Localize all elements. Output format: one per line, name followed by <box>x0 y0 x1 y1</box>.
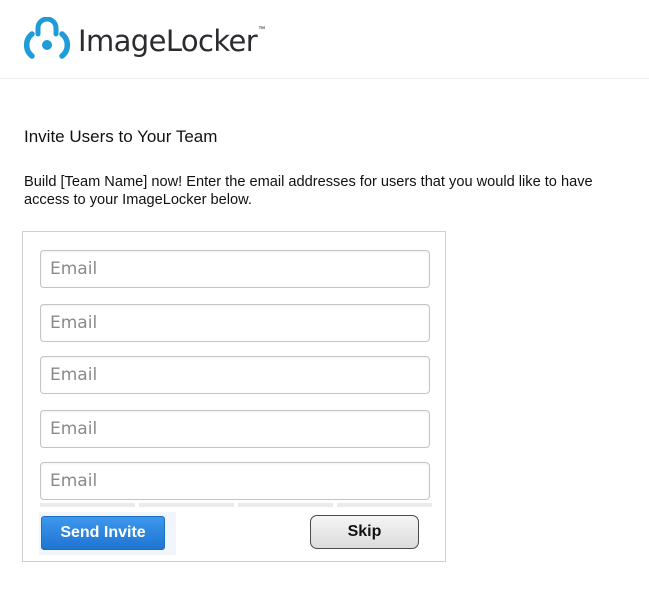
header: ImageLocker ™ <box>0 0 649 79</box>
divider-segment <box>139 503 234 507</box>
padlock-lens-icon <box>23 17 71 59</box>
send-invite-button[interactable]: Send Invite <box>41 516 165 550</box>
email-field-3[interactable] <box>40 356 430 394</box>
brand-name: ImageLocker <box>78 23 258 58</box>
divider-segment <box>40 503 135 507</box>
email-field-2[interactable] <box>40 304 430 342</box>
divider-segment <box>337 503 432 507</box>
email-field-5[interactable] <box>40 462 430 500</box>
trademark-symbol: ™ <box>258 25 266 33</box>
divider-segment <box>238 503 333 507</box>
page-title: Invite Users to Your Team <box>24 127 218 146</box>
field-divider <box>40 503 432 507</box>
brand-logo[interactable]: ImageLocker ™ <box>21 17 265 61</box>
email-field-4[interactable] <box>40 410 430 448</box>
invite-panel: Send Invite Skip <box>22 231 446 562</box>
skip-button[interactable]: Skip <box>310 515 419 549</box>
intro-text: Build [Team Name] now! Enter the email a… <box>24 174 593 208</box>
email-field-1[interactable] <box>40 250 430 288</box>
